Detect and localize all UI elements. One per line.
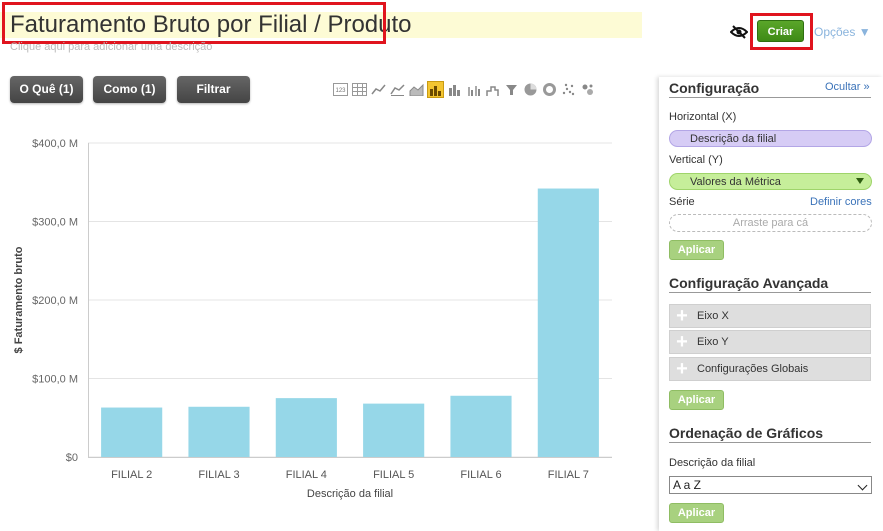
sort-field-label: Descrição da filial (669, 457, 756, 469)
bar (537, 188, 599, 457)
step-bar-icon[interactable] (484, 81, 501, 98)
x-tick-label: FILIAL 7 (548, 469, 589, 481)
horizontal-field-pill[interactable]: Descrição da filial (669, 130, 872, 147)
hide-panel-link[interactable]: Ocultar » (825, 81, 870, 93)
sort-order-select[interactable]: A a Z (669, 476, 872, 494)
dropdown-arrow-icon (856, 178, 864, 184)
area-icon[interactable] (408, 81, 425, 98)
how-button[interactable]: Como (1) (93, 76, 166, 103)
svg-text:123: 123 (335, 88, 346, 94)
horizontal-label: Horizontal (X) (669, 111, 737, 123)
x-tick-label: FILIAL 2 (111, 469, 152, 481)
accordion-label: Configurações Globais (697, 363, 809, 375)
y-tick-label: $100,0 M (32, 374, 78, 386)
line-icon[interactable] (370, 81, 387, 98)
bubble-icon[interactable] (579, 81, 596, 98)
x-tick-label: FILIAL 5 (373, 469, 414, 481)
funnel-icon[interactable] (503, 81, 520, 98)
donut-icon[interactable] (541, 81, 558, 98)
options-dropdown[interactable]: Opções ▼ (814, 25, 871, 39)
accordion-global-settings[interactable]: + Configurações Globais (669, 357, 871, 381)
plus-icon: + (676, 358, 688, 380)
apply-advanced-button[interactable]: Aplicar (669, 390, 724, 410)
series-drop-zone[interactable]: Arraste para cá (669, 214, 872, 232)
advanced-divider (669, 292, 871, 293)
config-divider (669, 97, 871, 98)
series-label: Série (669, 196, 695, 208)
define-colors-link[interactable]: Definir cores (810, 196, 872, 208)
create-button[interactable]: Criar (757, 20, 804, 42)
bar (188, 406, 250, 457)
plus-icon: + (676, 305, 688, 327)
scatter-icon[interactable] (560, 81, 577, 98)
x-axis-label: Descrição da filial (307, 488, 393, 500)
x-tick-label: FILIAL 4 (286, 469, 327, 481)
plus-icon: + (676, 331, 688, 353)
what-button[interactable]: O Quê (1) (10, 76, 83, 103)
x-tick-label: FILIAL 6 (460, 469, 501, 481)
sort-divider (669, 442, 871, 443)
bar-icon[interactable] (427, 81, 444, 98)
y-axis-label: $ Faturamento bruto (13, 246, 25, 353)
apply-sort-button[interactable]: Aplicar (669, 503, 724, 523)
pie-icon[interactable] (522, 81, 539, 98)
sort-order-value: A a Z (673, 478, 702, 492)
description-hint[interactable]: Clique aqui para adicionar uma descrição (10, 41, 212, 53)
config-panel: Configuração Ocultar » Horizontal (X) De… (659, 77, 883, 531)
grouped-bar-icon[interactable] (465, 81, 482, 98)
chevron-down-icon (857, 480, 868, 491)
accordion-label: Eixo X (697, 310, 729, 322)
y-tick-label: $400,0 M (32, 138, 78, 150)
x-tick-label: FILIAL 3 (198, 469, 239, 481)
bar (450, 395, 512, 457)
number-icon[interactable]: 123 (332, 81, 349, 98)
y-tick-label: $0 (66, 452, 78, 464)
apply-config-button[interactable]: Aplicar (669, 240, 724, 260)
bar (363, 403, 425, 457)
vertical-label: Vertical (Y) (669, 154, 723, 166)
bar-chart: $0 $100,0 M $200,0 M $300,0 M $400,0 M FILIAL… (13, 138, 612, 500)
config-title: Configuração (669, 80, 760, 96)
y-tick-label: $300,0 M (32, 217, 78, 229)
bar (101, 407, 163, 457)
vertical-field-select[interactable]: Valores da Métrica (669, 173, 872, 190)
bar (275, 398, 337, 457)
advanced-title: Configuração Avançada (669, 275, 829, 291)
title-highlight-box (2, 2, 386, 44)
line-area-icon[interactable] (389, 81, 406, 98)
accordion-y-axis[interactable]: + Eixo Y (669, 330, 871, 354)
y-tick-label: $200,0 M (32, 295, 78, 307)
table-icon[interactable] (351, 81, 368, 98)
hide-eye-icon[interactable] (730, 25, 748, 39)
sort-title: Ordenação de Gráficos (669, 425, 824, 441)
stacked-bar-icon[interactable] (446, 81, 463, 98)
accordion-label: Eixo Y (697, 336, 729, 348)
chart-type-toolbar: 123 (332, 81, 596, 99)
filter-button[interactable]: Filtrar (177, 76, 250, 103)
vertical-field-value: Valores da Métrica (690, 176, 781, 188)
accordion-x-axis[interactable]: + Eixo X (669, 304, 871, 328)
